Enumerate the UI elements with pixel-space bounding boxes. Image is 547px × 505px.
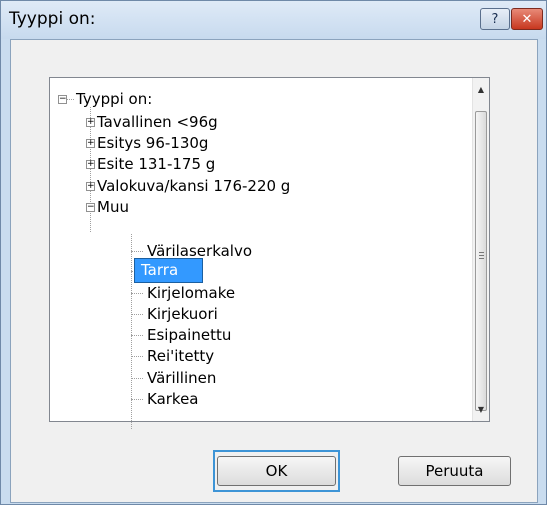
tree-item-reititetty[interactable]: Rei'itetty [147,346,214,366]
tree-connector [67,99,74,100]
expand-icon[interactable]: + [86,139,95,148]
collapse-icon[interactable]: − [58,95,67,104]
scroll-down-icon[interactable]: ▼ [473,401,489,418]
tree-item-varillinen[interactable]: Värillinen [147,368,216,388]
close-button[interactable]: ✕ [511,8,543,30]
cancel-button[interactable]: Peruuta [398,456,511,486]
tree-clip: Karkea [49,389,472,421]
tree-connector [131,378,143,379]
help-icon: ? [491,11,499,27]
collapse-icon[interactable]: − [86,203,95,212]
tree-scrollbar[interactable]: ▲ ▼ [472,78,489,421]
tree-item-esipainettu[interactable]: Esipainettu [147,325,231,345]
grip-line [479,255,484,256]
tree-connector [131,314,143,315]
tree-connector [131,335,143,336]
ok-button[interactable]: OK [217,456,336,486]
window-title: Tyyppi on: [9,9,96,29]
tree-connector [131,251,143,252]
tree-connector [131,293,143,294]
tree-item-kirjekuori[interactable]: Kirjekuori [147,304,218,324]
scroll-up-icon[interactable]: ▲ [473,81,489,98]
grip-line [479,252,484,253]
expand-icon[interactable]: + [86,182,95,191]
help-button[interactable]: ? [480,8,510,30]
tree-item-karkea[interactable]: Karkea [147,389,199,409]
grip-line [479,258,484,259]
expand-icon[interactable]: + [86,118,95,127]
close-icon: ✕ [521,11,533,27]
tree-item-muu[interactable]: Muu [97,197,129,217]
tree-connector [131,356,143,357]
tree-item-tarra-selected[interactable]: Tarra [134,258,203,283]
tree-item-valokuva[interactable]: Valokuva/kansi 176-220 g [97,176,290,196]
tree-item-kirjelomake[interactable]: Kirjelomake [147,283,235,303]
dialog-window: Tyyppi on: ? ✕ − Tyyppi on: + Tavallinen… [0,0,547,505]
expand-icon[interactable]: + [86,160,95,169]
tree-root-label[interactable]: Tyyppi on: [76,89,152,109]
scroll-thumb[interactable] [475,111,487,411]
tree-item-esite[interactable]: Esite 131-175 g [97,154,215,174]
tree-item-tavallinen[interactable]: Tavallinen <96g [97,112,218,132]
title-bar[interactable]: Tyyppi on: ? ✕ [1,1,546,39]
tree-item-esitys[interactable]: Esitys 96-130g [97,133,208,153]
